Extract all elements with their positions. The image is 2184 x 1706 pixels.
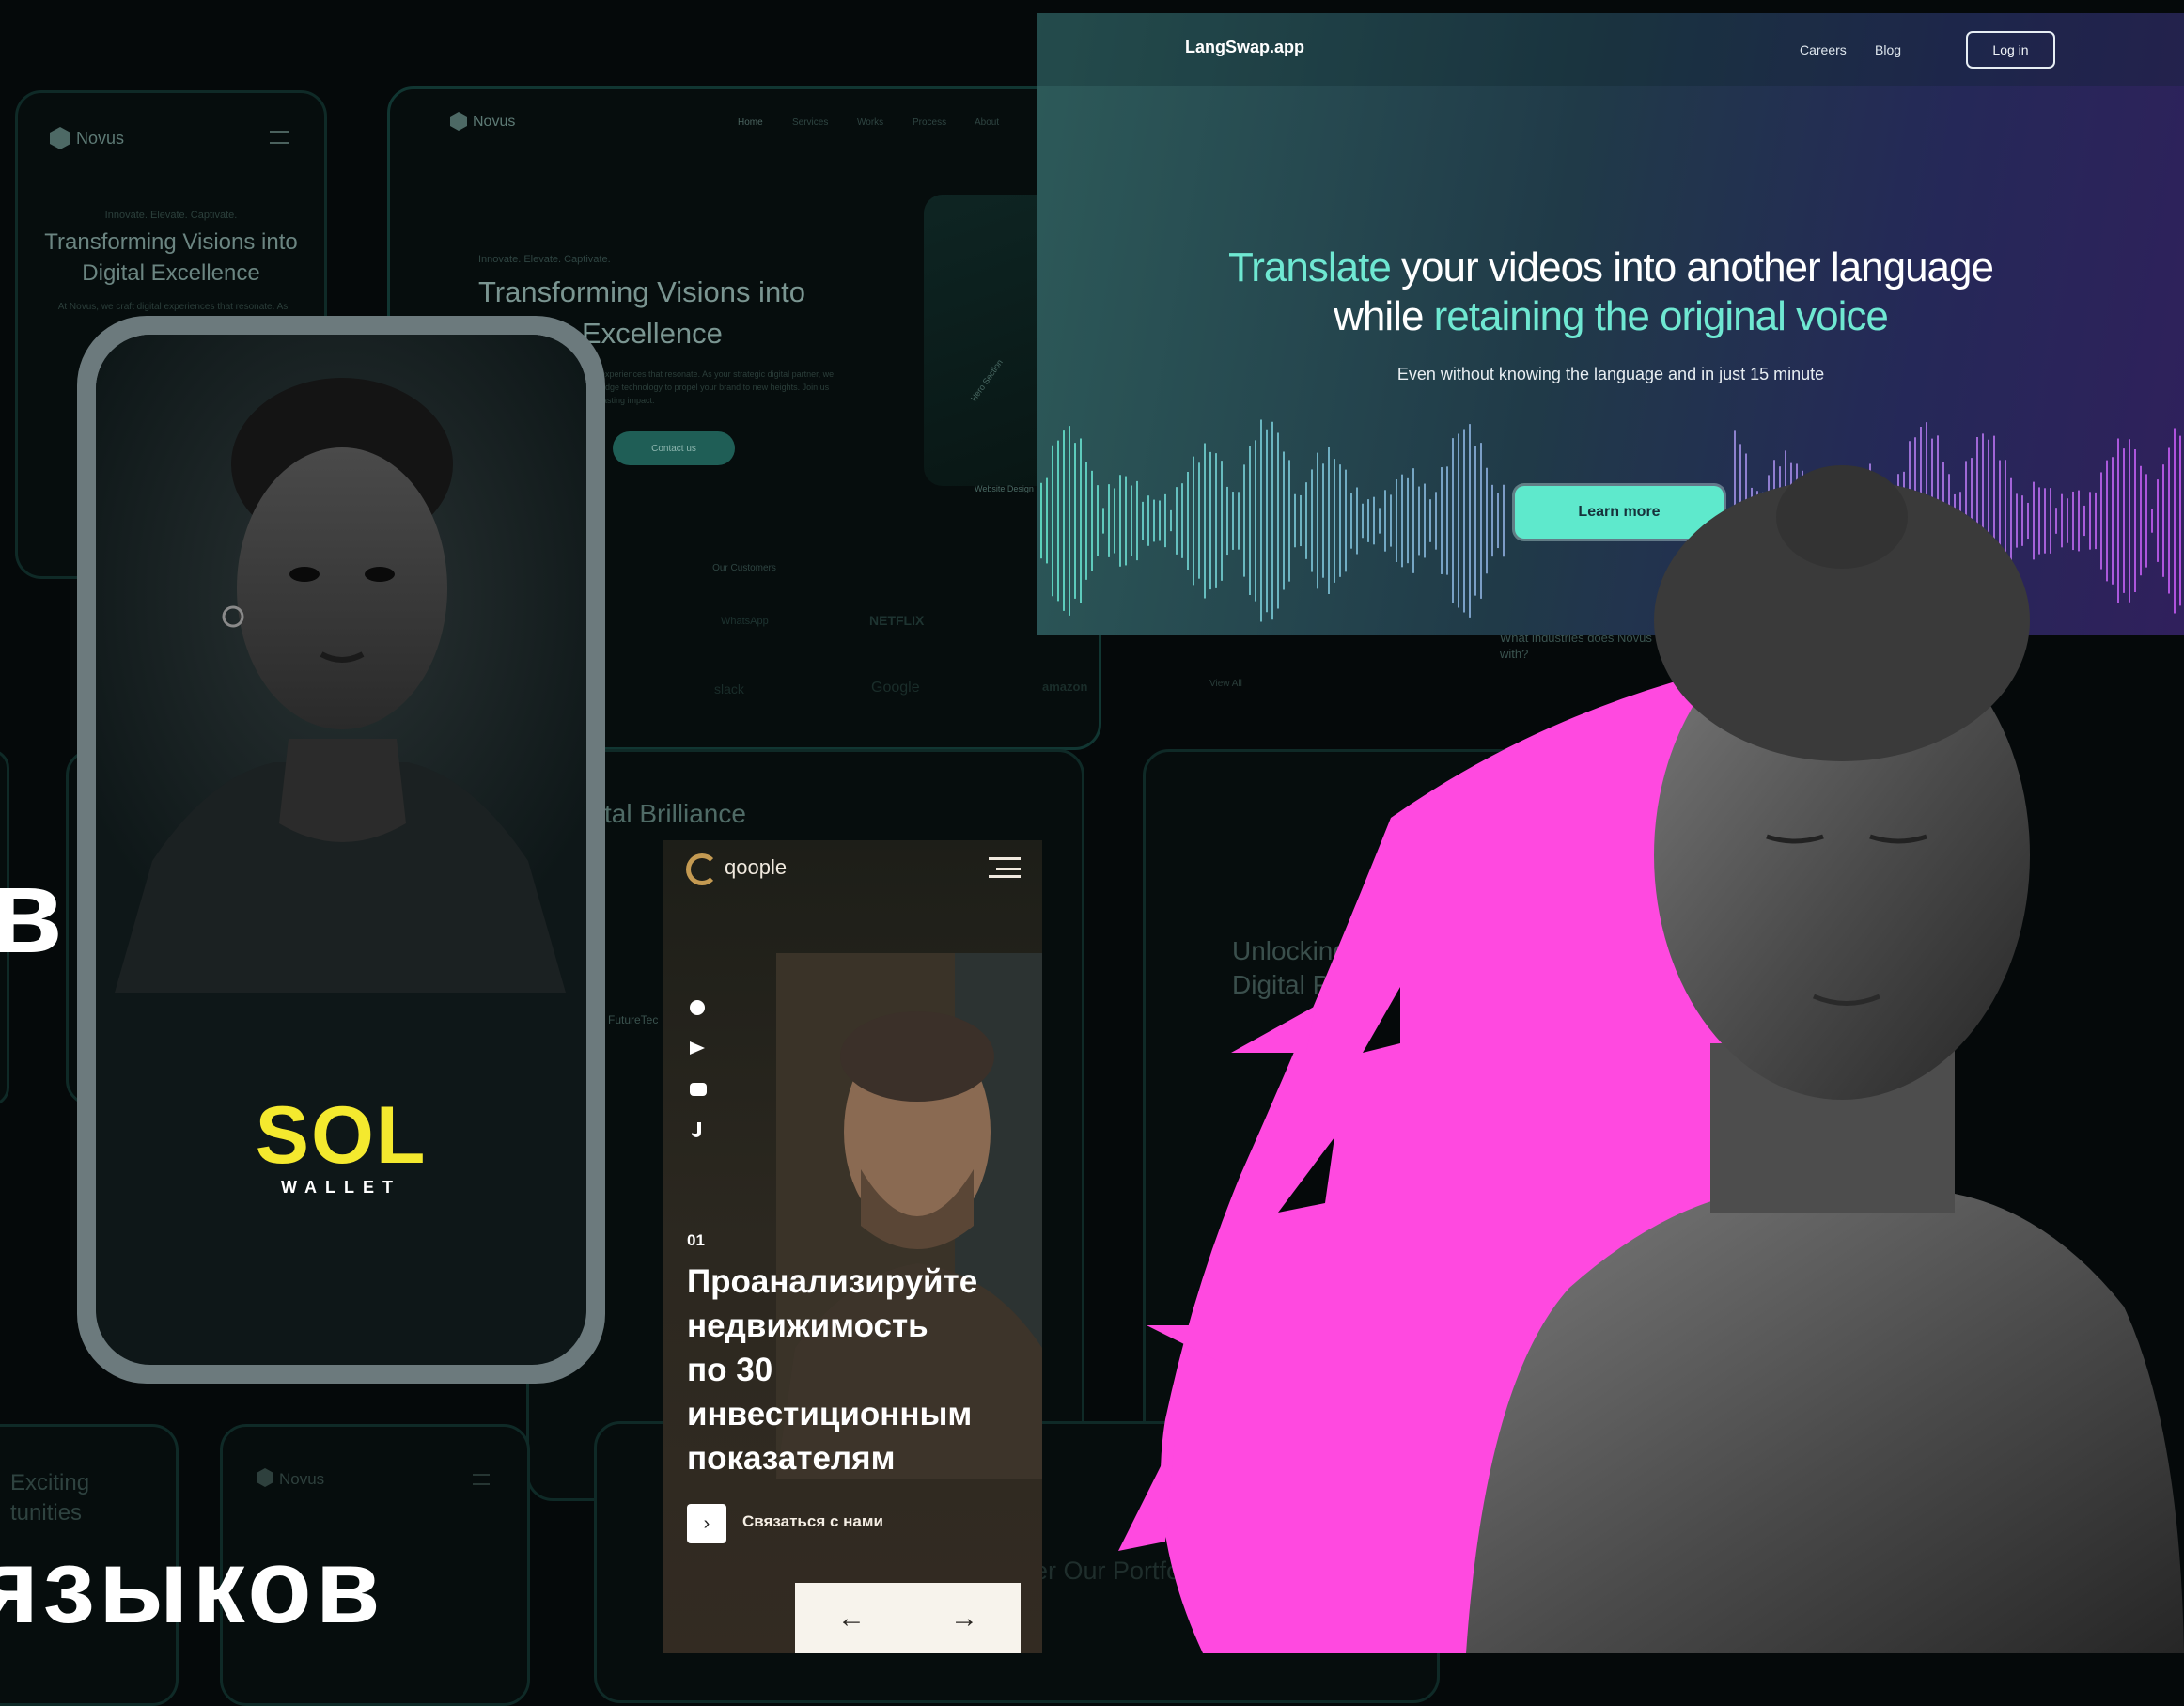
customer-whatsapp: WhatsApp	[721, 616, 769, 627]
menu-icon[interactable]	[270, 131, 289, 144]
nav-careers[interactable]: Careers	[1800, 42, 1847, 57]
portrait-photo	[96, 335, 586, 993]
tiktok-icon[interactable]	[692, 1122, 701, 1137]
novus-nav-home[interactable]: Home	[738, 117, 763, 128]
arrow-left-icon[interactable]: ←	[837, 1603, 866, 1635]
novus-title-2: Excellence	[582, 317, 723, 350]
headline-line: недвижимость	[687, 1307, 928, 1344]
sol-subtitle: WALLET	[281, 1178, 401, 1197]
slider-controls: ← →	[795, 1583, 1021, 1653]
novus-body: At Novus, we craft digital experiences t…	[57, 302, 289, 312]
nav-blog[interactable]: Blog	[1875, 42, 1901, 57]
tag-website-design: Website Design	[975, 484, 1034, 493]
novus-logo-text: Novus	[279, 1470, 325, 1488]
novus-nav-services[interactable]: Services	[792, 117, 828, 128]
novus-title-1: Transforming Visions into	[44, 229, 298, 255]
side-word: языков	[0, 1527, 384, 1645]
slide-number: 01	[687, 1231, 705, 1249]
novus-tagline: Innovate. Elevate. Captivate.	[104, 210, 238, 221]
chevron-right-icon[interactable]: ›	[687, 1504, 726, 1543]
langswap-headline: Translate your videos into another langu…	[1037, 243, 2184, 341]
side-letter: в	[0, 844, 63, 978]
novus-nav-about[interactable]: About	[975, 117, 999, 128]
contact-us-link[interactable]: Связаться с нами	[742, 1512, 883, 1531]
hamburger-icon[interactable]	[989, 857, 1021, 878]
headline-line: Проанализируйте	[687, 1263, 978, 1300]
buddha-statue-photo	[1466, 465, 2184, 1653]
sol-wallet-screen: SOL WALLET	[96, 335, 586, 1365]
customer-amazon: amazon	[1042, 680, 1088, 694]
novus-tagline: Innovate. Elevate. Captivate.	[478, 254, 611, 265]
headline-highlight-voice: retaining the original voice	[1433, 293, 1889, 339]
arrow-right-icon[interactable]: →	[950, 1603, 978, 1635]
qoople-headline: Проанализируйте недвижимость по 30 инвес…	[687, 1260, 1042, 1480]
novus-nav-works[interactable]: Works	[857, 117, 883, 128]
brilliance-title: tal Brilliance	[604, 799, 746, 828]
menu-icon[interactable]	[473, 1474, 490, 1485]
telegram-icon[interactable]	[690, 1041, 705, 1055]
langswap-subline: Even without knowing the language and in…	[1396, 365, 1825, 383]
customer-google: Google	[871, 680, 920, 696]
headline-part: while	[1334, 293, 1434, 339]
novus-body-3: lasting impact.	[601, 396, 655, 405]
youtube-icon[interactable]	[690, 1083, 707, 1096]
langswap-logo[interactable]: LangSwap.app	[1185, 38, 1304, 57]
futuretec-label: FutureTec	[608, 1013, 659, 1026]
facebook-icon[interactable]	[690, 1000, 705, 1015]
customer-netflix: NETFLIX	[869, 613, 925, 628]
novus-contact-button[interactable]: Contact us	[613, 431, 735, 465]
qoople-mobile-screen: qoople 01 Проанализируйте недвижимость п…	[663, 840, 1042, 1653]
login-button[interactable]: Log in	[1966, 31, 2055, 69]
sol-wallet-phone: SOL WALLET	[77, 316, 605, 1384]
exciting-title-2: tunities	[10, 1500, 83, 1526]
qoople-logo-text[interactable]: qoople	[725, 855, 787, 880]
headline-line: инвестиционным	[687, 1396, 973, 1432]
exciting-title-1: Exciting	[10, 1470, 90, 1495]
headline-highlight-translate: Translate	[1228, 244, 1392, 290]
novus-body-2: edge technology to propel your brand to …	[601, 383, 830, 392]
headline-part: your videos into another language	[1390, 244, 1994, 290]
headline-line: по 30	[687, 1352, 773, 1388]
novus-logo-icon	[50, 127, 70, 149]
novus-logo-icon	[257, 1468, 273, 1487]
novus-logo-text: Novus	[76, 129, 125, 148]
novus-nav-process[interactable]: Process	[913, 117, 946, 128]
headline-line: показателям	[687, 1440, 896, 1477]
qoople-logo-icon[interactable]	[686, 853, 718, 885]
customer-slack: slack	[714, 681, 744, 696]
novus-logo-text: Novus	[473, 114, 516, 130]
novus-title-2: Digital Excellence	[82, 260, 260, 286]
novus-title-1: Transforming Visions into	[478, 275, 806, 308]
novus-body-1: experiences that resonate. As your strat…	[601, 369, 835, 379]
sol-title: SOL	[255, 1090, 428, 1181]
novus-logo-icon	[450, 112, 467, 131]
